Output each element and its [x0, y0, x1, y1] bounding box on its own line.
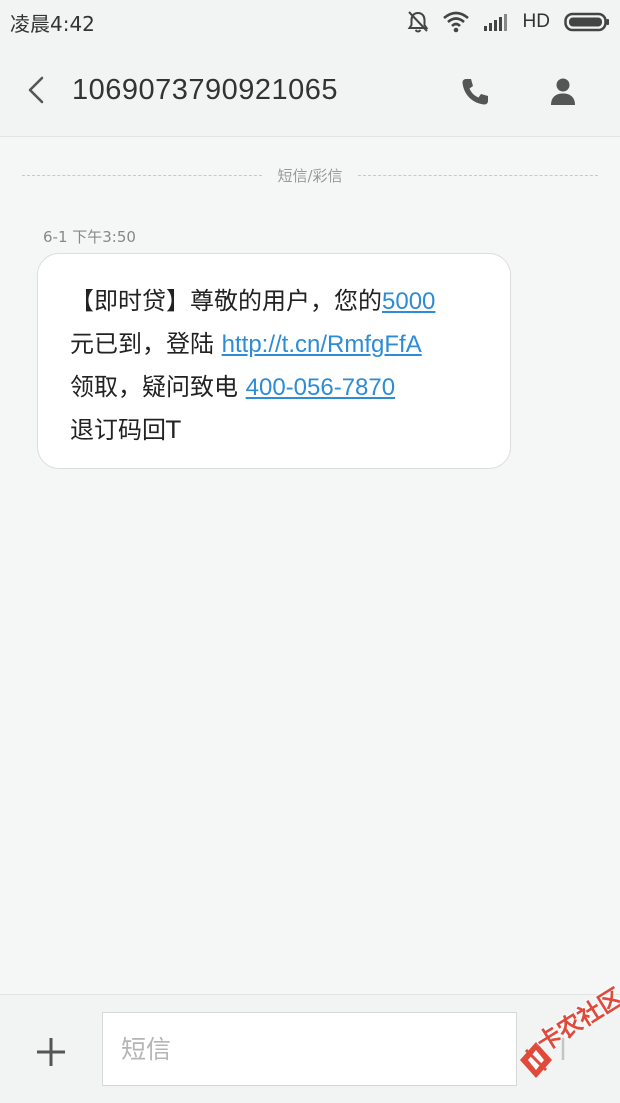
add-attachment-button[interactable] — [30, 1031, 72, 1073]
message-type-divider: 短信/彩信 — [22, 163, 598, 187]
message-bubble[interactable]: 【即时贷】尊敬的用户，您的5000 元已到，登陆 http://t.cn/Rmf… — [37, 253, 511, 469]
message-timestamp: 6-1 下午3:50 — [43, 228, 136, 246]
divider-line-right — [358, 175, 598, 176]
message-type-label: 短信/彩信 — [277, 167, 343, 185]
plus-icon — [37, 1038, 65, 1066]
conversation-header: 1069073790921065 — [0, 44, 620, 137]
status-icons: HD — [407, 8, 610, 36]
signal-icon — [483, 12, 509, 32]
message-line-text: 【即时贷】尊敬的用户，您的 — [70, 287, 382, 315]
contact-button[interactable] — [545, 74, 581, 110]
status-bar: 凌晨4:42 HD — [0, 0, 620, 44]
back-button[interactable] — [18, 68, 58, 112]
message-text: 【即时贷】尊敬的用户，您的5000 元已到，登陆 http://t.cn/Rmf… — [70, 280, 490, 452]
battery-icon — [564, 11, 610, 33]
amount-link[interactable]: 5000 — [382, 288, 435, 315]
call-button[interactable] — [457, 74, 493, 110]
status-time: 凌晨4:42 — [10, 12, 95, 36]
message-line: 【即时贷】尊敬的用户，您的5000 — [70, 280, 490, 323]
message-line: 领取，疑问致电 400-056-7870 — [70, 366, 490, 409]
alarm-off-icon — [407, 10, 429, 34]
divider-line-left — [22, 175, 262, 176]
url-link[interactable]: http://t.cn/RmfgFfA — [222, 331, 422, 358]
message-line-text: 元已到，登陆 — [70, 330, 222, 358]
watermark-text: 卡农社区 — [531, 982, 620, 1058]
chevron-left-icon — [28, 76, 44, 104]
phone-icon — [462, 79, 488, 105]
wifi-icon — [442, 11, 469, 33]
person-icon — [551, 78, 575, 105]
network-type-label: HD — [522, 11, 550, 32]
phone-number-link[interactable]: 400-056-7870 — [246, 374, 395, 401]
message-line-text: 退订码回T — [70, 416, 181, 444]
sender-number: 1069073790921065 — [72, 74, 339, 106]
watermark: 卡农社区 — [514, 983, 620, 1084]
message-line: 元已到，登陆 http://t.cn/RmfgFfA — [70, 323, 490, 366]
message-line: 退订码回T — [70, 409, 490, 452]
message-input[interactable] — [102, 1012, 517, 1086]
message-line-text: 领取，疑问致电 — [70, 373, 246, 401]
